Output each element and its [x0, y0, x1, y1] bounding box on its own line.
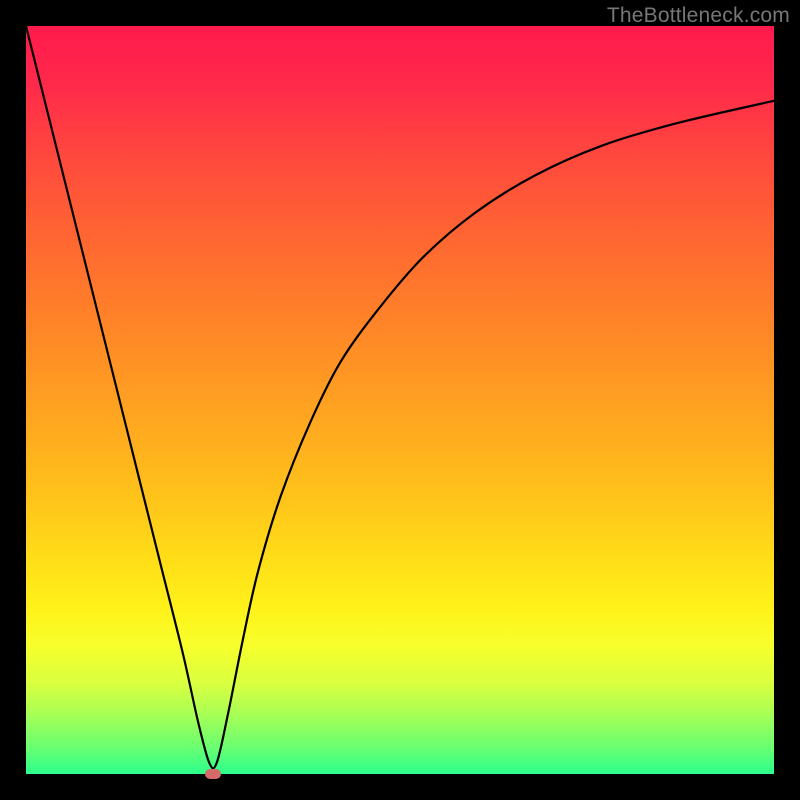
curve-svg	[26, 26, 774, 774]
plot-area	[26, 26, 774, 774]
curve-path	[26, 26, 774, 768]
watermark-text: TheBottleneck.com	[607, 4, 790, 28]
chart-frame: TheBottleneck.com	[0, 0, 800, 800]
vertex-marker	[205, 769, 221, 779]
